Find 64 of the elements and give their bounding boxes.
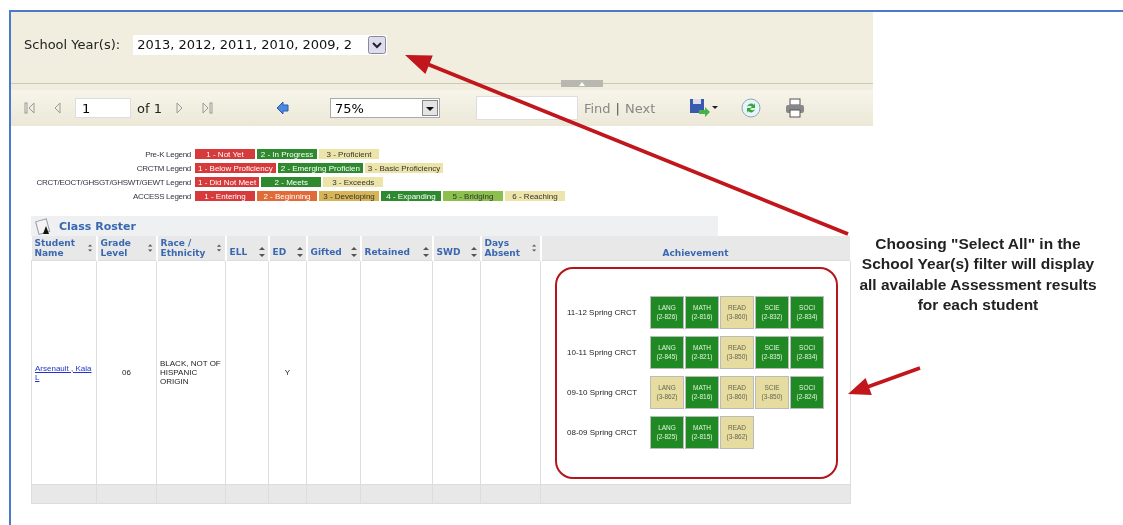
legend-item: 4 - Expanding xyxy=(380,190,442,202)
legend-label: Pre-K Legend xyxy=(144,149,192,159)
legend-label: CRCT/EOCT/GHSGT/GHSWT/GEWT Legend xyxy=(35,177,192,187)
student-link[interactable]: Arsenault , Kala L xyxy=(35,363,93,382)
legend-item: 2 - Emerging Proficien xyxy=(276,162,364,174)
legend-item: 5 - Bridging xyxy=(442,190,504,202)
column-header[interactable]: Gifted xyxy=(306,236,361,261)
sort-icon[interactable] xyxy=(532,242,537,254)
sort-icon[interactable] xyxy=(258,246,265,258)
table-cell: Y xyxy=(284,368,291,377)
legend-item: 2 - Meets xyxy=(260,176,323,188)
sort-icon[interactable] xyxy=(422,246,429,258)
legend-label: ACCESS Legend xyxy=(132,191,192,201)
legend-item: 3 - Basic Proficiency xyxy=(363,162,445,174)
dropdown-icon[interactable] xyxy=(368,35,387,54)
back-arrow-icon[interactable] xyxy=(275,101,290,115)
next-link[interactable]: Next xyxy=(624,100,656,116)
separator: | xyxy=(615,100,620,116)
parameter-label: School Year(s): xyxy=(24,37,121,52)
legend-item: 1 - Below Proficiency xyxy=(194,162,277,174)
callout-text: Choosing "Select All" in the School Year(s) filter will display all available Assessment results for each student xyxy=(858,234,1098,316)
assessment-label: 08-09 Spring CRCT xyxy=(567,428,639,437)
legend-item: 1 - Entering xyxy=(194,190,256,202)
sort-icon[interactable] xyxy=(148,242,153,254)
legend-item: 2 - Beginning xyxy=(256,190,318,202)
collapse-handle[interactable] xyxy=(561,80,603,87)
sort-icon[interactable] xyxy=(470,246,477,258)
sort-icon[interactable] xyxy=(350,246,357,258)
page-count: of 1 xyxy=(137,100,162,116)
legend-item: 3 - Exceeds xyxy=(322,176,385,188)
legend-item: 6 - Reaching xyxy=(504,190,566,202)
column-header[interactable]: Achievement xyxy=(540,236,851,261)
legend-item: 1 - Did Not Meet xyxy=(194,176,261,188)
assessment-label: 10-11 Spring CRCT xyxy=(567,348,638,357)
legend-label: CRCTM Legend xyxy=(135,163,192,173)
column-header[interactable]: ED xyxy=(268,236,307,261)
legend-item: 2 - In Progress xyxy=(256,148,318,160)
school-year-dropdown[interactable]: 2013, 2012, 2011, 2010, 2009, 2 xyxy=(133,34,388,55)
column-header[interactable]: SWD xyxy=(432,236,481,261)
column-header[interactable]: Grade Level xyxy=(96,236,157,261)
assessment-label: 09-10 Spring CRCT xyxy=(567,388,639,397)
sort-icon[interactable] xyxy=(88,242,93,254)
dropdown-icon[interactable] xyxy=(421,100,438,116)
find-field[interactable] xyxy=(475,96,578,120)
print-icon[interactable] xyxy=(785,98,806,118)
table-cell: BLACK, NOT OF HISPANIC ORIGIN xyxy=(160,359,221,386)
column-header[interactable]: Race / Ethnicity xyxy=(156,236,226,261)
page-number-field[interactable]: 1 xyxy=(75,98,131,118)
column-header[interactable]: Days Absent xyxy=(480,236,541,261)
section-title: Class Roster xyxy=(59,219,136,233)
zoom-dropdown[interactable]: 75% xyxy=(329,98,440,118)
column-header[interactable]: Student Name xyxy=(31,236,97,261)
legend-item: 1 - Not Yet xyxy=(194,148,256,160)
refresh-icon[interactable] xyxy=(741,98,762,118)
assessment-label: 11-12 Spring CRCT xyxy=(567,308,638,317)
legend-item: 3 - Proficient xyxy=(318,148,380,160)
sort-icon[interactable] xyxy=(217,242,222,254)
export-save-icon[interactable] xyxy=(689,98,720,118)
table-cell: 06 xyxy=(122,368,131,377)
legend-item: 3 - Developing xyxy=(318,190,380,202)
find-link[interactable]: Find xyxy=(583,100,611,116)
column-header[interactable]: Retained xyxy=(360,236,433,261)
sort-icon[interactable] xyxy=(296,246,303,258)
column-header[interactable]: ELL xyxy=(225,236,269,261)
